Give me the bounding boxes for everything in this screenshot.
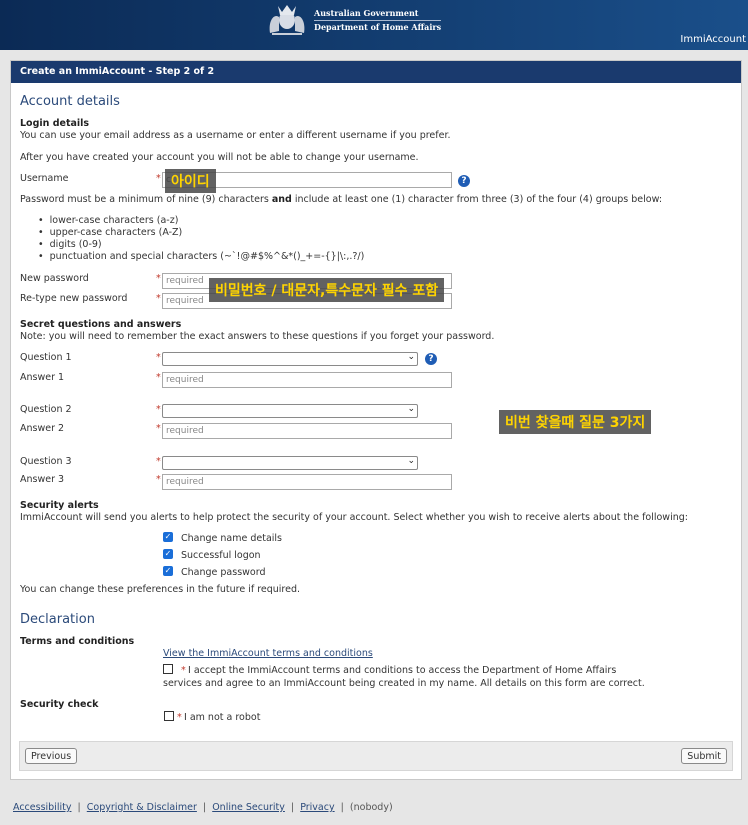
- password-rule-and: and: [271, 194, 292, 205]
- terms-link[interactable]: View the ImmiAccount terms and condition…: [163, 648, 373, 659]
- username-label: Username: [20, 173, 69, 184]
- answer-1-label: Answer 1: [20, 372, 65, 383]
- required-marker: *: [156, 372, 161, 383]
- annotation-questions: 비번 찾을때 질문 3가지: [499, 410, 652, 434]
- checkbox-change-password[interactable]: ✓: [163, 566, 173, 576]
- gov-line1: Australian Government: [314, 8, 419, 18]
- captcha-checkbox[interactable]: [164, 711, 174, 721]
- group-text: upper-case characters (A-Z): [49, 227, 183, 238]
- chevron-down-icon: ⌄: [407, 352, 415, 362]
- required-marker: *: [156, 404, 161, 415]
- required-marker: *: [156, 456, 161, 467]
- footer-separator: |: [337, 802, 347, 813]
- alert-option-label: Change name details: [181, 533, 283, 544]
- group-item: • lower-case characters (a-z): [38, 215, 179, 226]
- answer-3-input[interactable]: required: [162, 474, 452, 490]
- group-text: digits (0-9): [49, 239, 102, 250]
- page-title: Create an ImmiAccount - Step 2 of 2: [11, 61, 741, 83]
- footer-link-privacy[interactable]: Privacy: [300, 802, 334, 813]
- password-rule: Password must be a minimum of nine (9) c…: [20, 194, 662, 205]
- login-details-title: Login details: [20, 118, 90, 129]
- footer: Accessibility | Copyright & Disclaimer |…: [13, 802, 393, 813]
- new-password-label: New password: [20, 273, 89, 284]
- question-3-select[interactable]: ⌄: [162, 456, 418, 470]
- declaration-heading: Declaration: [20, 612, 95, 627]
- chevron-down-icon: ⌄: [407, 404, 415, 414]
- required-marker: *: [181, 665, 186, 676]
- security-alerts-note: ImmiAccount will send you alerts to help…: [20, 512, 688, 523]
- alert-option-label: Change password: [181, 567, 266, 578]
- coat-of-arms-icon: [269, 5, 305, 35]
- footer-separator: |: [287, 802, 298, 813]
- top-banner: Australian Government Department of Home…: [0, 0, 748, 50]
- required-marker: *: [156, 423, 161, 434]
- question-1-label: Question 1: [20, 352, 72, 363]
- password-rule-post: include at least one (1) character from …: [291, 194, 663, 205]
- group-text: punctuation and special characters (~`!@…: [49, 251, 365, 262]
- annotation-password: 비밀번호 / 대문자,특수문자 필수 포함: [209, 278, 445, 302]
- answer-2-input[interactable]: required: [162, 423, 452, 439]
- required-marker: *: [156, 173, 161, 184]
- secret-questions-note: Note: you will need to remember the exac…: [20, 331, 495, 342]
- group-item: • punctuation and special characters (~`…: [38, 251, 365, 262]
- brand-name: ImmiAccount: [680, 34, 746, 45]
- checkbox-successful-logon[interactable]: ✓: [163, 549, 173, 559]
- required-marker: *: [177, 712, 182, 723]
- login-note-2: After you have created your account you …: [20, 152, 419, 163]
- form-card: Create an ImmiAccount - Step 2 of 2 Acco…: [10, 60, 742, 780]
- login-note-1: You can use your email address as a user…: [20, 130, 451, 141]
- footer-separator: |: [74, 802, 84, 813]
- security-alerts-title: Security alerts: [20, 500, 99, 511]
- answer-3-label: Answer 3: [20, 474, 65, 485]
- accept-terms-checkbox[interactable]: [163, 664, 173, 674]
- checkbox-change-name[interactable]: ✓: [163, 532, 173, 542]
- terms-title: Terms and conditions: [20, 636, 135, 647]
- button-bar: Previous Submit: [19, 741, 733, 771]
- gov-line2: Department of Home Affairs: [314, 20, 442, 32]
- required-marker: *: [156, 352, 161, 363]
- help-icon[interactable]: ?: [425, 353, 437, 365]
- group-text: lower-case characters (a-z): [49, 215, 179, 226]
- required-marker: *: [156, 273, 161, 284]
- footer-separator: |: [199, 802, 210, 813]
- security-check-title: Security check: [20, 699, 99, 710]
- footer-link-accessibility[interactable]: Accessibility: [13, 802, 71, 813]
- group-item: • digits (0-9): [38, 239, 102, 250]
- accept-terms-line1: I accept the ImmiAccount terms and condi…: [188, 665, 617, 676]
- previous-button[interactable]: Previous: [25, 748, 78, 764]
- group-item: • upper-case characters (A-Z): [38, 227, 183, 238]
- secret-questions-title: Secret questions and answers: [20, 319, 182, 330]
- accept-terms-line2: services and agree to an ImmiAccount bei…: [163, 678, 645, 689]
- footer-link-copyright[interactable]: Copyright & Disclaimer: [87, 802, 197, 813]
- answer-1-input[interactable]: required: [162, 372, 452, 388]
- retype-password-label: Re-type new password: [20, 293, 128, 304]
- alert-option-label: Successful logon: [181, 550, 261, 561]
- question-1-select[interactable]: ⌄: [162, 352, 418, 366]
- future-note: You can change these preferences in the …: [20, 584, 301, 595]
- required-marker: *: [156, 474, 161, 485]
- help-icon[interactable]: ?: [458, 175, 470, 187]
- account-details-heading: Account details: [20, 94, 120, 109]
- question-2-label: Question 2: [20, 404, 72, 415]
- password-rule-pre: Password must be a minimum of nine (9) c…: [20, 194, 272, 205]
- question-2-select[interactable]: ⌄: [162, 404, 418, 418]
- answer-2-label: Answer 2: [20, 423, 65, 434]
- annotation-username: 아이디: [165, 169, 216, 193]
- footer-link-online-security[interactable]: Online Security: [212, 802, 285, 813]
- required-marker: *: [156, 293, 161, 304]
- footer-user: (nobody): [349, 802, 393, 813]
- question-3-label: Question 3: [20, 456, 72, 467]
- government-wordmark: Australian Government Department of Home…: [314, 7, 442, 34]
- submit-button[interactable]: Submit: [681, 748, 727, 764]
- chevron-down-icon: ⌄: [407, 456, 415, 466]
- captcha-label: I am not a robot: [184, 712, 261, 723]
